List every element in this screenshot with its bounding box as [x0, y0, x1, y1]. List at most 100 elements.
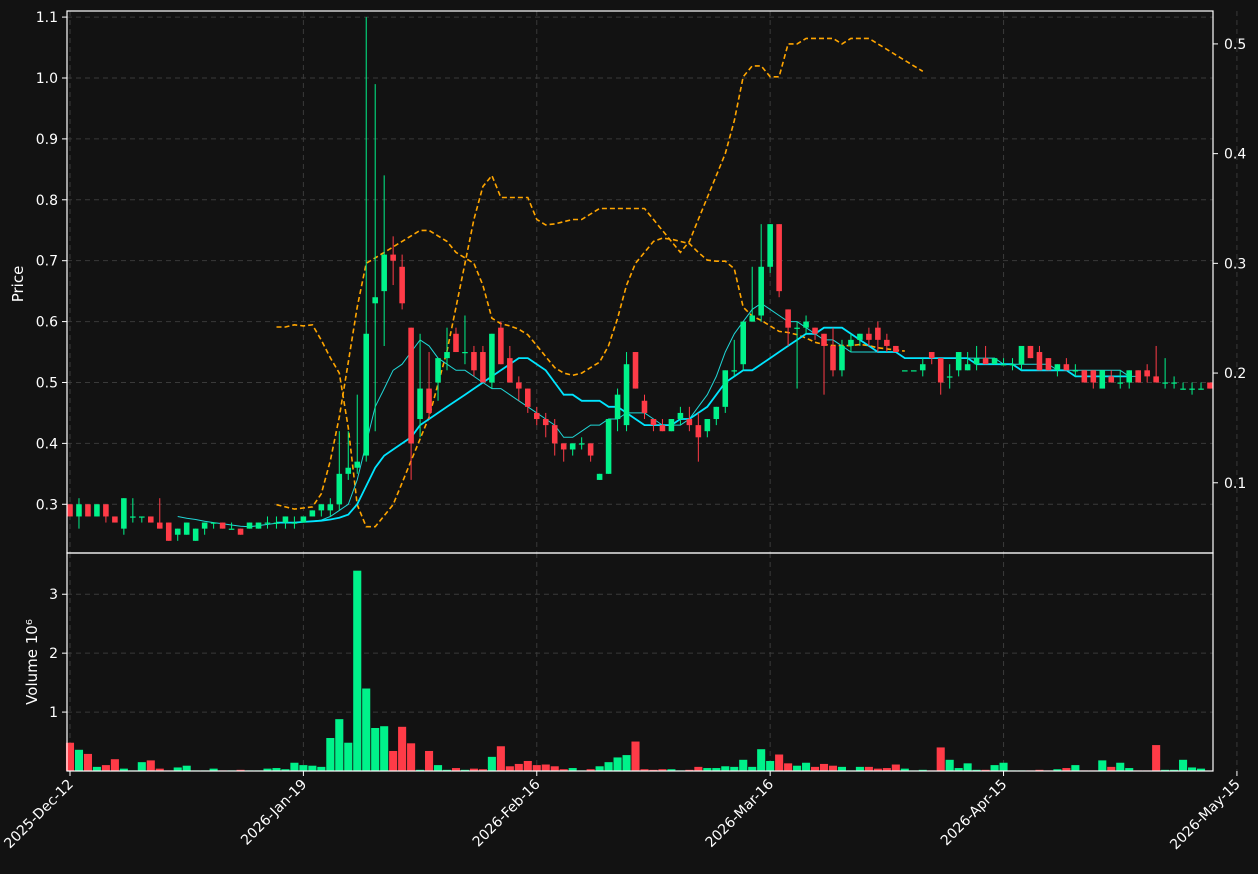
candle-body: [354, 461, 361, 468]
candle-body: [1198, 388, 1204, 390]
candle-body: [785, 309, 791, 328]
candle-body: [902, 370, 908, 372]
candle-body: [390, 254, 396, 261]
candle-body: [174, 528, 181, 535]
candle-body: [794, 327, 800, 329]
candle-body: [426, 388, 432, 413]
candle-body: [516, 382, 522, 389]
volume-bar: [963, 763, 972, 771]
volume-bar: [425, 750, 434, 771]
candle-body: [130, 516, 136, 518]
volume-bar: [1116, 762, 1125, 771]
right-tick-label: 0.5: [1224, 37, 1246, 53]
volume-bar: [1152, 745, 1161, 771]
candle-body: [659, 425, 666, 432]
candle-body: [435, 358, 441, 383]
candle-body: [1009, 364, 1016, 366]
candle-body: [587, 443, 594, 456]
candle-body: [740, 321, 747, 365]
candle-body: [273, 522, 280, 524]
volume-bar: [308, 765, 317, 771]
candle-body: [237, 528, 244, 535]
volume-bar: [182, 765, 191, 771]
candle-body: [910, 370, 917, 372]
volume-bar: [344, 742, 353, 771]
candle-body: [641, 400, 648, 413]
candle-body: [210, 522, 217, 524]
volume-bar: [92, 766, 101, 771]
candle-body: [875, 327, 881, 340]
candle-body: [1027, 345, 1034, 359]
volume-bar: [757, 749, 766, 771]
price-tick-label: 0.9: [36, 132, 58, 148]
candle-body: [1144, 370, 1150, 377]
candle-body: [498, 327, 504, 365]
candle-body: [937, 358, 944, 383]
volume-bar: [622, 755, 631, 771]
candle-body: [300, 516, 307, 523]
volume-bar: [990, 765, 999, 771]
candle-body: [1162, 382, 1168, 384]
volume-bar: [326, 738, 335, 771]
candle-body: [363, 333, 370, 456]
candle-body: [569, 443, 576, 450]
candle-body: [1171, 382, 1177, 384]
price-tick-label: 0.4: [36, 436, 58, 452]
volume-tick-label: 3: [49, 587, 58, 603]
candle-body: [560, 443, 567, 450]
candle-body: [453, 333, 459, 353]
volume-bar: [631, 741, 640, 771]
candle-body: [1081, 370, 1088, 383]
volume-bar: [299, 765, 308, 771]
candle-body: [444, 352, 450, 359]
candle-body: [148, 516, 154, 523]
volume-bar: [819, 763, 829, 771]
candle-body: [830, 345, 836, 371]
candle-body: [596, 473, 603, 480]
candle-body: [1108, 376, 1115, 383]
volume-bar: [83, 753, 92, 771]
volume-axis-title: Volume 10⁶: [23, 619, 41, 705]
candle-body: [246, 522, 253, 529]
candle-body: [884, 339, 890, 346]
candle-body: [821, 333, 827, 346]
volume-bar: [855, 766, 864, 771]
candle-body: [471, 352, 477, 371]
volume-bar: [945, 759, 954, 771]
volume-bar: [371, 727, 380, 771]
volume-bar: [784, 763, 793, 771]
volume-bar: [137, 762, 146, 771]
candle-body: [112, 516, 118, 523]
right-tick-label: 0.1: [1224, 476, 1246, 492]
candle-body: [1153, 376, 1159, 383]
volume-bar: [802, 762, 811, 771]
volume-bar: [999, 762, 1008, 771]
candle-body: [919, 364, 926, 371]
candle-body: [533, 412, 540, 420]
candle-body: [1099, 370, 1106, 389]
volume-bar: [1071, 765, 1080, 771]
candle-body: [776, 224, 782, 292]
volume-bar: [487, 756, 496, 771]
candle-body: [1063, 364, 1070, 371]
candle-body: [749, 315, 755, 322]
candle-body: [381, 254, 387, 292]
candle-body: [605, 419, 612, 474]
right-tick-label: 0.4: [1224, 147, 1246, 163]
candle-body: [1054, 364, 1061, 371]
candle-body: [399, 266, 405, 304]
volume-bar: [766, 760, 775, 771]
volume-bar: [317, 766, 326, 771]
candle-body: [695, 425, 702, 438]
volume-bar: [290, 762, 299, 771]
volume-bar: [775, 754, 784, 771]
candle-body: [1018, 345, 1025, 365]
candle-body: [408, 327, 414, 444]
stock-chart: 0.3 0.4 0.5 0.6 0.7 0.8 0.9 1.0 1.1 0.1 0.2 0.3 0.4…: [0, 0, 1258, 874]
candle-body: [1000, 364, 1007, 366]
candle-body: [946, 376, 953, 378]
volume-bar: [864, 766, 873, 771]
volume-bar: [532, 765, 541, 771]
volume-bar: [101, 765, 110, 771]
candle-body: [345, 467, 352, 474]
